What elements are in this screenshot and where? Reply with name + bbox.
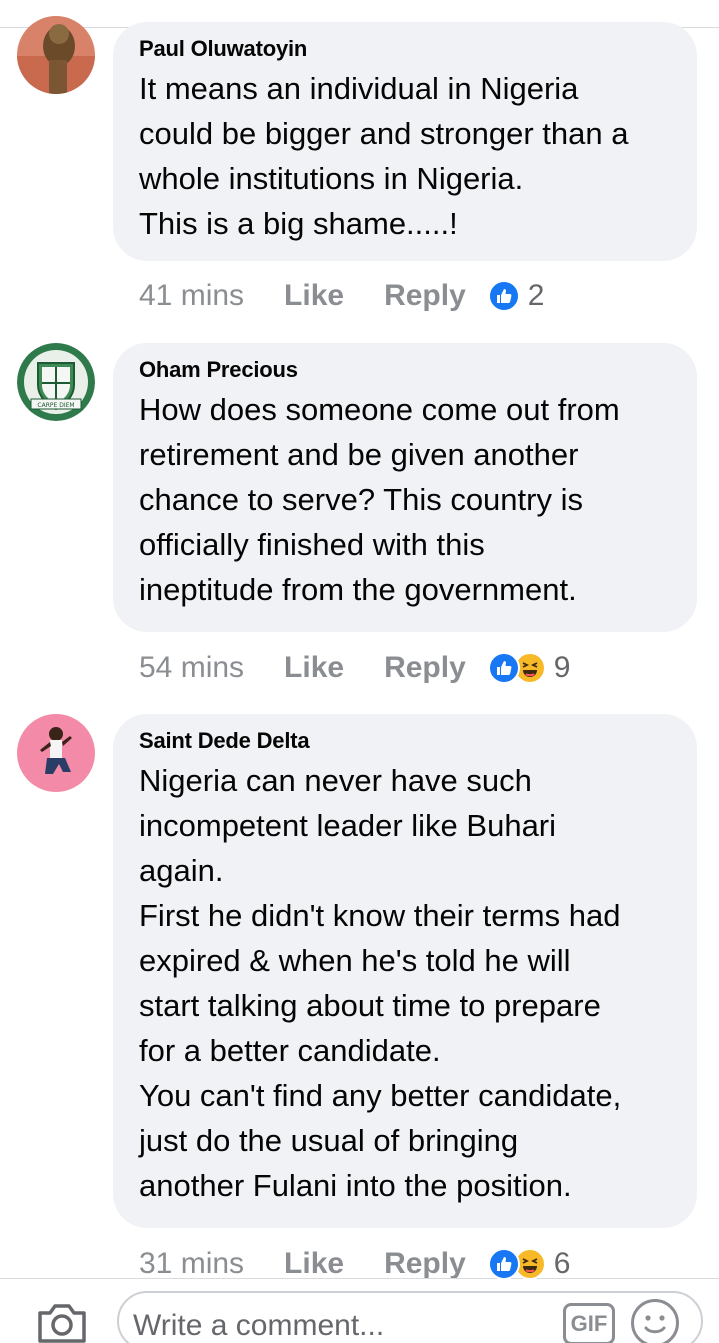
avatar-image: [17, 714, 95, 792]
crest-motto: CARPE DIEM: [37, 402, 74, 409]
like-button[interactable]: Like: [284, 1247, 344, 1281]
emoji-icon[interactable]: [631, 1299, 679, 1343]
thumbs-up-icon: [487, 280, 520, 312]
comment-author[interactable]: Oham Precious: [139, 357, 671, 383]
avatar[interactable]: [17, 714, 95, 792]
comment-text: Nigeria can never have such incompetent …: [139, 763, 622, 1203]
comment-composer-bar: Write a comment... GIF: [0, 1278, 719, 1343]
comment-actions: 54 mins Like Reply 9: [139, 648, 570, 688]
crest-avatar-image: CARPE DIEM: [17, 343, 95, 421]
comment-text: It means an individual in Nigeria could …: [139, 71, 629, 241]
reaction-count: 2: [527, 279, 545, 312]
camera-icon[interactable]: [36, 1301, 88, 1343]
comment-time[interactable]: 54 mins: [139, 651, 244, 685]
comment-bubble: Saint Dede Delta Nigeria can never have …: [113, 714, 697, 1228]
reply-button[interactable]: Reply: [384, 651, 466, 685]
comment-text: How does someone come out from retiremen…: [139, 392, 620, 607]
like-button[interactable]: Like: [284, 651, 344, 685]
comment-author[interactable]: Paul Oluwatoyin: [139, 36, 671, 62]
reaction-count: 9: [553, 651, 571, 684]
avatar-image: [17, 16, 95, 94]
gif-icon[interactable]: GIF: [563, 1303, 615, 1343]
reaction-summary[interactable]: 9: [487, 651, 571, 685]
comment-bubble: Oham Precious How does someone come out …: [113, 343, 697, 632]
comment-input[interactable]: Write a comment... GIF: [117, 1291, 703, 1343]
like-button[interactable]: Like: [284, 279, 344, 313]
comment-input-placeholder: Write a comment...: [133, 1309, 385, 1342]
comment-author[interactable]: Saint Dede Delta: [139, 728, 671, 754]
reaction-count: 6: [553, 1247, 571, 1280]
thumbs-up-icon: [487, 1248, 520, 1280]
reply-button[interactable]: Reply: [384, 279, 466, 313]
comment-actions: 41 mins Like Reply 2: [139, 276, 544, 316]
comment-time[interactable]: 41 mins: [139, 279, 244, 313]
avatar[interactable]: [17, 16, 95, 94]
reaction-summary[interactable]: 6: [487, 1247, 571, 1281]
avatar[interactable]: CARPE DIEM: [17, 343, 95, 421]
comment-bubble: Paul Oluwatoyin It means an individual i…: [113, 22, 697, 261]
reply-button[interactable]: Reply: [384, 1247, 466, 1281]
thumbs-up-icon: [487, 652, 520, 684]
reaction-summary[interactable]: 2: [487, 279, 545, 313]
comment-time[interactable]: 31 mins: [139, 1247, 244, 1281]
